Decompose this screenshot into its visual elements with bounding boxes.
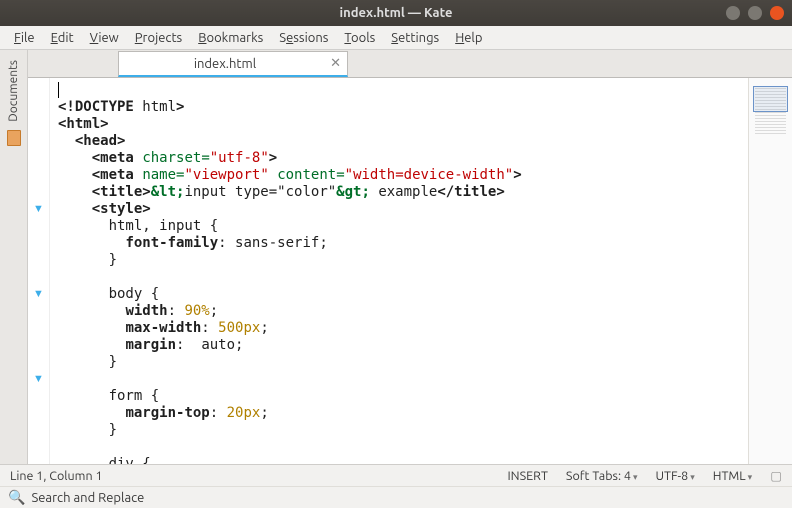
menu-view[interactable]: View bbox=[84, 29, 125, 47]
status-insert-mode[interactable]: INSERT bbox=[507, 469, 547, 483]
documents-panel-label[interactable]: Documents bbox=[7, 60, 20, 122]
gutter: ▼ ▼ ▼ bbox=[28, 78, 50, 464]
close-button[interactable] bbox=[770, 6, 784, 20]
titlebar: index.html — Kate bbox=[0, 0, 792, 26]
status-tabs[interactable]: Soft Tabs: 4▾ bbox=[566, 469, 638, 483]
window-controls bbox=[726, 6, 784, 20]
editor-split: ▼ ▼ ▼ <!DOCTYPE html> <html> <head> <met… bbox=[28, 78, 792, 464]
fold-marker-icon[interactable]: ▼ bbox=[28, 371, 49, 388]
menu-edit[interactable]: Edit bbox=[45, 29, 80, 47]
search-icon: 🔍 bbox=[8, 489, 25, 506]
status-bar: Line 1, Column 1 INSERT Soft Tabs: 4▾ UT… bbox=[0, 464, 792, 486]
menu-sessions[interactable]: Sessions bbox=[273, 29, 334, 47]
tab-bar: index.html ✕ bbox=[28, 50, 792, 78]
document-icon[interactable] bbox=[7, 130, 21, 146]
code-editor[interactable]: <!DOCTYPE html> <html> <head> <meta char… bbox=[50, 78, 748, 464]
search-bar[interactable]: 🔍 Search and Replace bbox=[0, 486, 792, 508]
maximize-button[interactable] bbox=[748, 6, 762, 20]
side-panel: Documents bbox=[0, 50, 28, 464]
content-area: Documents index.html ✕ ▼ ▼ ▼ <!DOCTYPE h… bbox=[0, 50, 792, 464]
menu-bookmarks[interactable]: Bookmarks bbox=[192, 29, 269, 47]
status-encoding[interactable]: UTF-8▾ bbox=[655, 469, 694, 483]
fold-marker-icon[interactable]: ▼ bbox=[28, 201, 49, 218]
menu-tools[interactable]: Tools bbox=[338, 29, 381, 47]
menu-file[interactable]: File bbox=[8, 29, 41, 47]
minimap[interactable] bbox=[748, 78, 792, 464]
menubar: File Edit View Projects Bookmarks Sessio… bbox=[0, 26, 792, 50]
editor-area: index.html ✕ ▼ ▼ ▼ <!DOCTYPE html> <html… bbox=[28, 50, 792, 464]
tab-index-html[interactable]: index.html ✕ bbox=[118, 51, 348, 77]
text-cursor bbox=[58, 82, 59, 98]
minimap-viewport[interactable] bbox=[753, 86, 788, 112]
search-label: Search and Replace bbox=[31, 491, 144, 505]
new-doc-icon[interactable]: ▢ bbox=[770, 468, 782, 483]
close-tab-icon[interactable]: ✕ bbox=[330, 56, 341, 71]
minimize-button[interactable] bbox=[726, 6, 740, 20]
menu-settings[interactable]: Settings bbox=[385, 29, 445, 47]
status-language[interactable]: HTML▾ bbox=[713, 469, 752, 483]
fold-marker-icon[interactable]: ▼ bbox=[28, 286, 49, 303]
status-cursor-pos: Line 1, Column 1 bbox=[10, 469, 103, 483]
window-title: index.html — Kate bbox=[340, 6, 453, 20]
tab-label: index.html bbox=[194, 57, 256, 71]
menu-help[interactable]: Help bbox=[449, 29, 488, 47]
menu-projects[interactable]: Projects bbox=[129, 29, 188, 47]
